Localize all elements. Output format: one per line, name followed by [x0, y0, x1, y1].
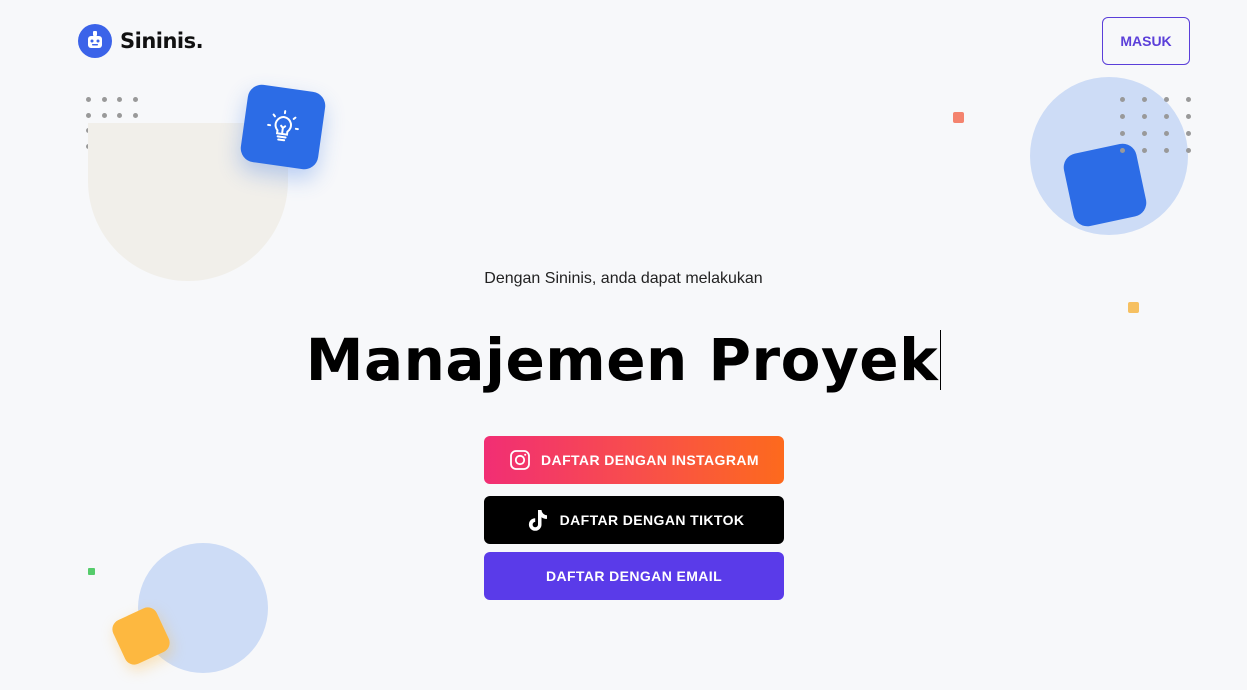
decorative-square-green	[88, 568, 95, 575]
instagram-icon	[510, 450, 530, 470]
decorative-tile-blue	[1061, 141, 1149, 229]
signup-instagram-button[interactable]: DAFTAR DENGAN INSTAGRAM	[484, 436, 784, 484]
signup-instagram-label: DAFTAR DENGAN INSTAGRAM	[541, 452, 759, 468]
lightbulb-tile	[238, 82, 328, 172]
brand-name: Sininis.	[120, 29, 204, 53]
decorative-square-salmon	[953, 112, 964, 123]
dot-grid-top-right	[1120, 97, 1191, 153]
hero-headline: Manajemen Proyek	[0, 326, 1247, 394]
tiktok-icon	[528, 510, 547, 531]
signup-tiktok-label: DAFTAR DENGAN TIKTOK	[559, 512, 745, 528]
headline-text: Manajemen Proyek	[305, 326, 939, 394]
lightbulb-icon	[267, 110, 299, 142]
signup-email-button[interactable]: DAFTAR DENGAN EMAIL	[484, 552, 784, 600]
typing-caret	[940, 330, 942, 390]
decorative-square-yellow	[1128, 302, 1139, 313]
hero-subtitle: Dengan Sininis, anda dapat melakukan	[484, 270, 763, 287]
signup-email-label: DAFTAR DENGAN EMAIL	[545, 568, 723, 584]
brand-logo[interactable]: Sininis.	[78, 24, 204, 58]
login-button[interactable]: MASUK	[1102, 17, 1190, 65]
robot-icon	[78, 24, 112, 58]
signup-tiktok-button[interactable]: DAFTAR DENGAN TIKTOK	[484, 496, 784, 544]
